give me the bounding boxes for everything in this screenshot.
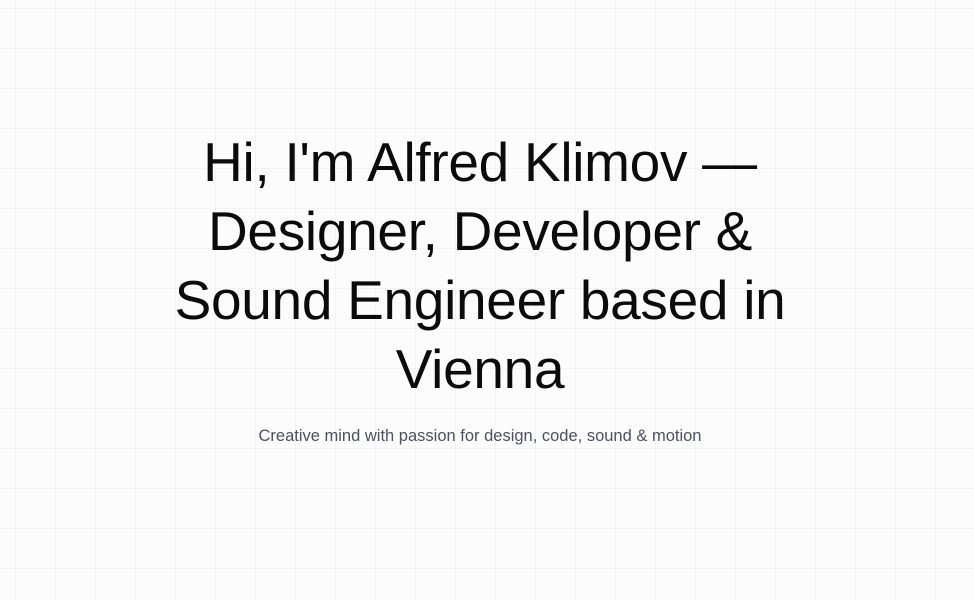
hero-tagline: Creative mind with passion for design, c… [258,427,702,445]
hero-section: Hi, I'm Alfred Klimov — Designer, Develo… [0,0,974,600]
hero-heading: Hi, I'm Alfred Klimov — Designer, Develo… [174,131,786,400]
